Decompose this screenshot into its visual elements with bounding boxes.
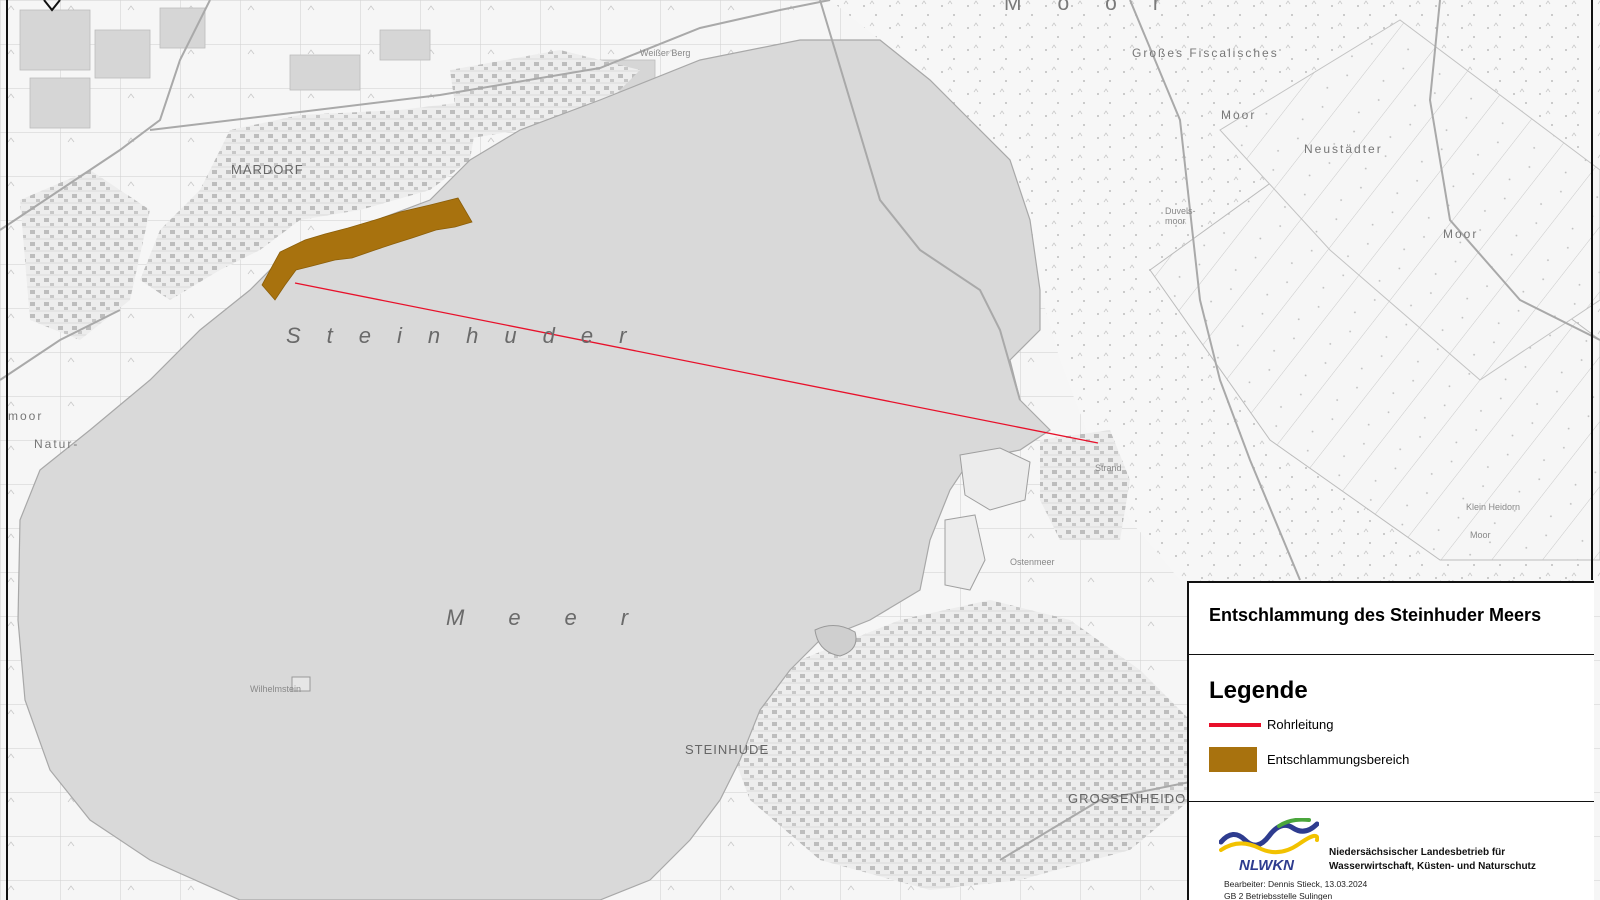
legend-label-pipeline: Rohrleitung	[1267, 717, 1334, 732]
organization-name: Niedersächsischer Landesbetrieb für Wass…	[1329, 846, 1589, 874]
label-moor-top: Moor	[1004, 0, 1196, 15]
label-natur: Natur-	[34, 437, 80, 451]
title-box: Entschlammung des Steinhuder Meers	[1189, 583, 1594, 655]
label-steinhude: STEINHUDE	[685, 742, 770, 757]
label-grosses-fiscalisches: Großes Fiscalisches	[1132, 46, 1279, 60]
legend-symbol-dredging-area	[1209, 747, 1257, 772]
label-strand: Strand	[1095, 463, 1122, 473]
logo-text: NLWKN	[1239, 857, 1295, 874]
organization-name-line2: Wasserwirtschaft, Küsten- und Naturschut…	[1329, 861, 1536, 872]
legend-heading: Legende	[1209, 677, 1308, 704]
info-panel: Entschlammung des Steinhuder Meers Legen…	[1187, 581, 1594, 900]
editor-info: Bearbeiter: Dennis Stieck, 13.03.2024 GB…	[1224, 878, 1367, 900]
legend: Legende Rohrleitung Entschlammungsbereic…	[1189, 655, 1594, 802]
organization-name-line1: Niedersächsischer Landesbetrieb für	[1329, 847, 1506, 858]
label-ostenmeer: Ostenmeer	[1010, 557, 1055, 567]
label-wilhelmstein: Wilhelmstein	[250, 684, 302, 694]
label-duvels-moor: Duvels-moor	[1165, 206, 1196, 226]
label-neustaedter: Neustädter	[1304, 142, 1383, 156]
map-page: Steinhuder Meer MARDORF STEINHUDE GROSSE…	[0, 0, 1600, 900]
label-lake-line1: Steinhuder	[286, 323, 653, 348]
label-moor-left: moor	[8, 409, 44, 423]
town-strand	[1040, 430, 1130, 540]
label-moor-b: Moor	[1443, 227, 1479, 241]
editor-line2: GB 2 Betriebsstelle Sulingen	[1224, 891, 1333, 900]
map-frame-right	[1591, 0, 1593, 580]
legend-symbol-pipeline	[1209, 723, 1261, 727]
label-mardorf: MARDORF	[231, 162, 304, 177]
map-title: Entschlammung des Steinhuder Meers	[1209, 605, 1542, 625]
organization-block: NLWKN Niedersächsischer Landesbetrieb fü…	[1189, 802, 1594, 900]
label-weisser-berg: Weißer Berg	[640, 48, 691, 58]
editor-line1: Bearbeiter: Dennis Stieck, 13.03.2024	[1224, 879, 1368, 889]
label-moor-c: Moor	[1470, 530, 1491, 540]
label-moor-a: Moor	[1221, 108, 1257, 122]
legend-label-dredging-area: Entschlammungsbereich	[1267, 752, 1410, 767]
nlwkn-logo: NLWKN	[1218, 817, 1320, 876]
map-frame-left	[6, 0, 8, 900]
label-lake-line2: Meer	[446, 605, 673, 630]
label-klein-heidorn: Klein Heidorn	[1466, 502, 1521, 512]
